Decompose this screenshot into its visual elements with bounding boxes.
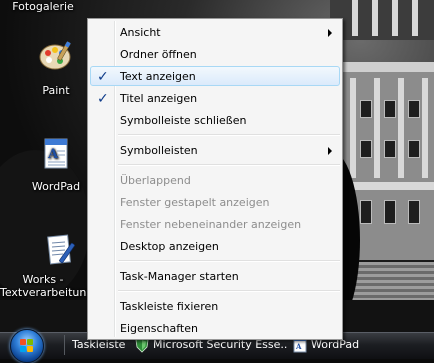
wallpaper-window bbox=[384, 140, 396, 158]
desktop-icon-label: Paint bbox=[42, 84, 70, 97]
svg-text:A: A bbox=[295, 342, 302, 351]
wallpaper-window bbox=[360, 200, 372, 224]
menu-item-ueberlappend: Überlappend bbox=[90, 170, 340, 190]
desktop-icon-label: WordPad bbox=[31, 180, 81, 193]
checkmark-icon: ✓ bbox=[97, 69, 109, 85]
menu-item-ansicht[interactable]: Ansicht bbox=[90, 22, 340, 42]
paint-palette-icon bbox=[39, 41, 71, 70]
wallpaper-column bbox=[422, 78, 428, 178]
desktop-icon-fotogalerie[interactable]: Fotogalerie bbox=[0, 0, 86, 13]
wordpad-document-icon: A bbox=[44, 138, 68, 169]
taskbar-toolbar-grip[interactable] bbox=[64, 335, 65, 355]
menu-item-label: Task-Manager starten bbox=[120, 270, 239, 283]
wallpaper-column bbox=[398, 78, 404, 178]
checkmark-icon: ✓ bbox=[97, 91, 109, 107]
works-word-processor-icon bbox=[47, 234, 75, 265]
menu-separator bbox=[118, 260, 340, 262]
menu-item-label: Fenster gestapelt anzeigen bbox=[120, 196, 270, 209]
submenu-arrow-icon bbox=[328, 29, 332, 37]
menu-item-task-manager-starten[interactable]: Task-Manager starten bbox=[90, 266, 340, 286]
menu-item-label: Symbolleiste schließen bbox=[120, 114, 247, 127]
desktop-icon-label: Works - bbox=[22, 273, 64, 286]
menu-item-label: Fenster nebeneinander anzeigen bbox=[120, 218, 302, 231]
menu-item-fenster-nebeneinander: Fenster nebeneinander anzeigen bbox=[90, 214, 340, 234]
wallpaper-window bbox=[384, 200, 396, 224]
menu-item-taskleiste-fixieren[interactable]: Taskleiste fixieren bbox=[90, 296, 340, 316]
menu-item-label: Titel anzeigen bbox=[120, 92, 198, 105]
desktop-icon-label: Textverarbeitung bbox=[0, 286, 94, 299]
taskbar-context-menu: Ansicht Ordner öffnen ✓ Text anzeigen ✓ … bbox=[87, 18, 343, 340]
desktop-icon-paint[interactable]: Paint bbox=[24, 38, 88, 97]
wallpaper-building-top bbox=[330, 0, 434, 40]
menu-item-eigenschaften[interactable]: Eigenschaften bbox=[90, 318, 340, 338]
desktop-icon-wordpad[interactable]: A WordPad bbox=[24, 136, 88, 193]
menu-item-titel-anzeigen[interactable]: ✓ Titel anzeigen bbox=[90, 88, 340, 108]
wallpaper-column bbox=[350, 78, 356, 178]
wallpaper-column bbox=[374, 78, 380, 178]
wallpaper-column bbox=[372, 0, 378, 36]
menu-item-label: Text anzeigen bbox=[120, 70, 196, 83]
wallpaper-column bbox=[352, 0, 358, 36]
menu-item-label: Überlappend bbox=[120, 174, 191, 187]
wallpaper-window bbox=[360, 140, 372, 158]
menu-item-label: Ansicht bbox=[120, 26, 161, 39]
menu-item-label: Symbolleisten bbox=[120, 144, 198, 157]
menu-separator bbox=[118, 134, 340, 136]
wallpaper-window bbox=[408, 140, 420, 158]
wallpaper-window bbox=[408, 200, 420, 224]
menu-separator bbox=[118, 290, 340, 292]
desktop-icon-label: Fotogalerie bbox=[12, 0, 74, 13]
menu-item-label: Eigenschaften bbox=[120, 322, 198, 335]
menu-item-text-anzeigen[interactable]: ✓ Text anzeigen bbox=[90, 66, 340, 86]
windows-logo-icon bbox=[20, 339, 34, 353]
wallpaper-ledge bbox=[342, 182, 434, 190]
menu-item-desktop-anzeigen[interactable]: Desktop anzeigen bbox=[90, 236, 340, 256]
wallpaper-window bbox=[360, 100, 372, 118]
submenu-arrow-icon bbox=[328, 147, 332, 155]
menu-item-label: Taskleiste fixieren bbox=[120, 300, 219, 313]
wallpaper-window bbox=[408, 100, 420, 118]
menu-item-symbolleisten[interactable]: Symbolleisten bbox=[90, 140, 340, 160]
menu-item-label: Desktop anzeigen bbox=[120, 240, 219, 253]
menu-item-label: Ordner öffnen bbox=[120, 48, 197, 61]
wallpaper-window bbox=[384, 100, 396, 118]
menu-separator bbox=[118, 164, 340, 166]
wallpaper-column bbox=[412, 0, 418, 36]
wallpaper-cornice bbox=[342, 62, 434, 72]
menu-item-fenster-gestapelt: Fenster gestapelt anzeigen bbox=[90, 192, 340, 212]
wallpaper-column bbox=[392, 0, 398, 36]
desktop-icon-works-textverarbeitung[interactable]: Works - Textverarbeitung bbox=[0, 232, 94, 299]
menu-item-ordner-oeffnen[interactable]: Ordner öffnen bbox=[90, 44, 340, 64]
menu-item-symbolleiste-schliessen[interactable]: Symbolleiste schließen bbox=[90, 110, 340, 130]
